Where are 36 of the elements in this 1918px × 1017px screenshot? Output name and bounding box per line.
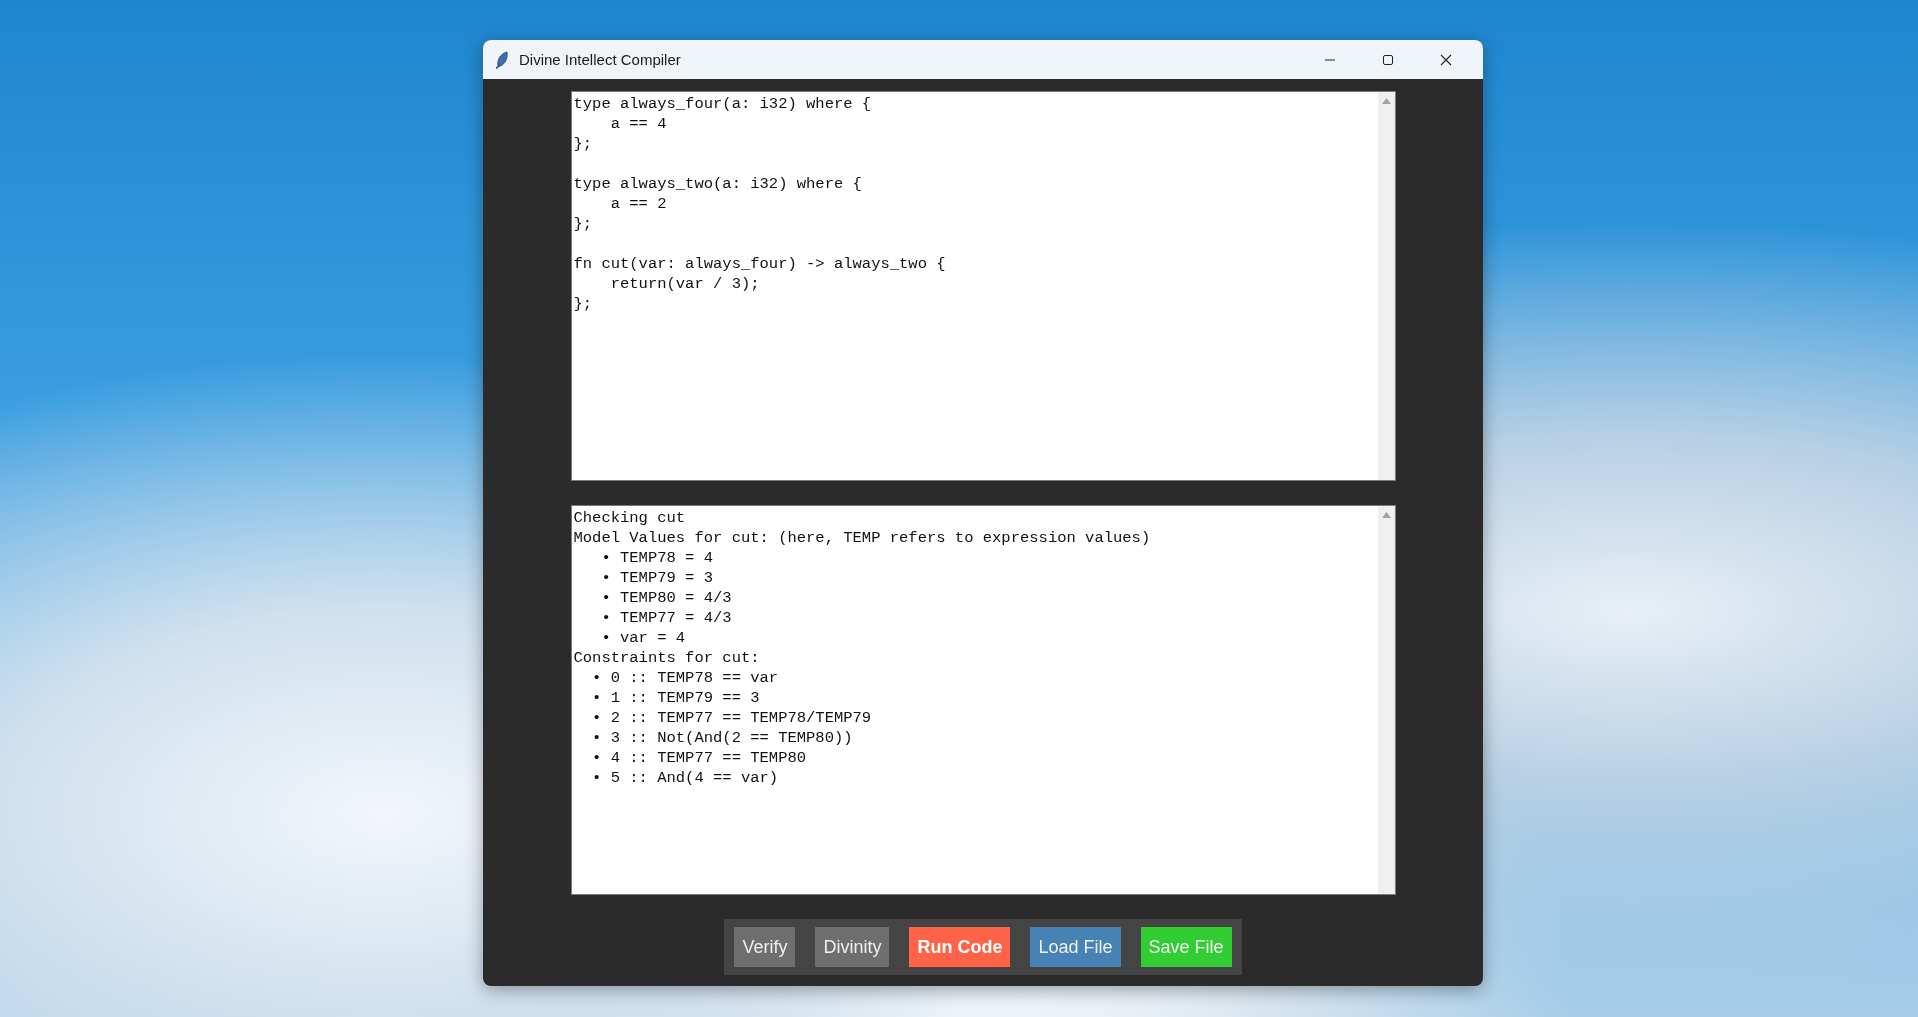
action-button[interactable]: Divinity [815,927,890,967]
code-line: fn cut(var: always_four) -> always_two { [573,254,947,274]
action-button[interactable]: Load File [1030,927,1121,967]
code-editor[interactable]: type always_four(a: i32) where { a == 4 }; type always_two(a: i32) where { a == 2 }; fn cut(var: always_four) -> always_two { return(var / 3); }; [570,91,1396,481]
output-line: • 5 :: And(4 == var) [591,768,780,788]
output-line: • 3 :: Not(And(2 == TEMP80)) [591,728,854,748]
output-line: • 0 :: TEMP78 == var [591,668,780,688]
output-line: Constraints for cut: [573,648,761,668]
scrollbar[interactable] [1377,506,1395,894]
scroll-up-icon[interactable] [1381,512,1391,518]
output-line: • TEMP80 = 4/3 [600,588,733,608]
output-line: Checking cut [573,508,687,528]
output-line: • 1 :: TEMP79 == 3 [591,688,761,708]
scroll-up-icon[interactable] [1381,98,1391,104]
code-line: }; [573,294,594,314]
output-line: • TEMP78 = 4 [600,548,715,568]
output-line: • 2 :: TEMP77 == TEMP78/TEMP79 [591,708,873,728]
output-line: • 4 :: TEMP77 == TEMP80 [591,748,808,768]
maximize-icon [1382,53,1394,66]
code-line: }; [573,214,594,234]
action-button[interactable]: Run Code [909,927,1011,967]
scrollbar[interactable] [1377,92,1395,480]
output-line: Model Values for cut: (here, TEMP refers to expression values) [573,528,1152,548]
close-icon [1440,53,1452,66]
action-button[interactable]: Verify [734,927,796,967]
output-line: • TEMP79 = 3 [600,568,715,588]
code-line: a == 2 [609,194,668,214]
code-line: type always_four(a: i32) where { [573,94,873,114]
output-line: • TEMP77 = 4/3 [600,608,733,628]
window-title: Divine Intellect Compiler [519,51,682,68]
code-line: }; [573,134,594,154]
code-line: type always_two(a: i32) where { [573,174,863,194]
code-line: a == 4 [609,114,668,134]
feather-icon [495,50,509,69]
output-line: • var = 4 [600,628,687,648]
code-line: return(var / 3); [609,274,761,294]
